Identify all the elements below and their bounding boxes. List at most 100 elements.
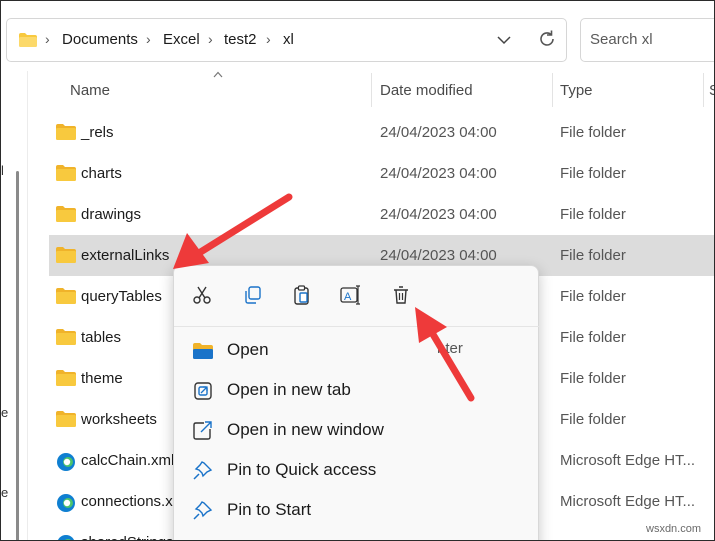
file-name: connections.xı — [81, 493, 177, 510]
cut-icon — [193, 286, 211, 304]
breadcrumb-documents[interactable]: Documents — [62, 31, 138, 48]
nav-scrollbar[interactable] — [16, 171, 19, 540]
file-type: File folder — [560, 165, 626, 182]
copy-icon — [245, 286, 261, 304]
folder-icon — [56, 124, 76, 140]
sort-ascending-icon — [213, 71, 223, 78]
file-name: queryTables — [81, 288, 162, 305]
new-tab-icon — [192, 381, 214, 401]
pin-to-start-menu-item[interactable]: Pin to Start — [186, 492, 526, 530]
column-date-modified[interactable]: Date modified — [380, 82, 473, 99]
file-type: File folder — [560, 329, 626, 346]
file-row[interactable]: drawings 24/04/2023 04:00 File folder — [49, 194, 714, 235]
folder-icon — [19, 33, 37, 47]
folder-icon — [56, 329, 76, 345]
edge-icon — [56, 452, 76, 471]
file-row[interactable]: charts 24/04/2023 04:00 File folder — [49, 153, 714, 194]
column-divider[interactable] — [703, 73, 704, 107]
pin-icon — [192, 501, 214, 521]
pin-to-quick-access-menu-item[interactable]: Pin to Quick access — [186, 452, 526, 490]
watermark: wsxdn.com — [646, 523, 702, 535]
column-divider[interactable] — [371, 73, 372, 107]
file-type: File folder — [560, 247, 626, 264]
folder-icon — [56, 206, 76, 222]
delete-icon — [394, 286, 408, 304]
file-type: Microsoft Edge HT... — [560, 493, 696, 510]
open-in-new-window-menu-item[interactable]: Open in new window — [186, 412, 526, 450]
column-name[interactable]: Name — [70, 82, 110, 99]
breadcrumb-separator: › — [266, 31, 271, 47]
chevron-down-icon[interactable] — [496, 33, 512, 47]
delete-button[interactable] — [388, 282, 414, 308]
folder-icon — [56, 165, 76, 181]
address-bar[interactable]: › Documents › Excel › test2 › xl — [6, 18, 567, 62]
file-explorer-window: › Documents › Excel › test2 › xl l e e N… — [0, 0, 715, 541]
copy-button[interactable] — [240, 282, 266, 308]
obscured-text: nter — [437, 340, 463, 357]
nav-item-fragment[interactable]: e — [1, 485, 8, 500]
file-name: theme — [81, 370, 123, 387]
file-type: Microsoft Edge HT... — [560, 452, 696, 469]
file-name: drawings — [81, 206, 142, 223]
file-name: tables — [81, 329, 122, 346]
edge-icon — [56, 493, 76, 512]
folder-open-icon — [192, 341, 214, 361]
open-menu-item[interactable]: Open — [186, 332, 526, 370]
file-name: charts — [81, 165, 122, 182]
context-menu-toolbar: A — [174, 266, 540, 326]
column-size[interactable]: S — [709, 82, 714, 99]
file-name: externalLinks — [81, 247, 170, 264]
nav-item-fragment[interactable]: l — [1, 163, 4, 178]
cut-button[interactable] — [189, 282, 215, 308]
file-name: calcChain.xml — [81, 452, 175, 469]
breadcrumb-excel[interactable]: Excel — [163, 31, 200, 48]
paste-icon — [294, 285, 309, 305]
file-type: File folder — [560, 411, 626, 428]
menu-item-label: Pin to Start — [227, 500, 312, 519]
menu-item-label: Open in new tab — [227, 380, 351, 399]
file-row[interactable]: _rels 24/04/2023 04:00 File folder — [49, 112, 714, 153]
refresh-icon[interactable] — [537, 29, 557, 49]
folder-icon — [56, 411, 76, 427]
search-input[interactable] — [590, 31, 710, 48]
rename-icon: A — [340, 285, 360, 305]
menu-item-label: Pin to Quick access — [227, 460, 377, 479]
file-name: _rels — [81, 124, 114, 141]
file-date-modified: 24/04/2023 04:00 — [380, 206, 497, 223]
edge-icon — [56, 534, 76, 540]
nav-item-fragment[interactable]: e — [1, 405, 8, 420]
file-date-modified: 24/04/2023 04:00 — [380, 124, 497, 141]
breadcrumb-separator: › — [146, 31, 151, 47]
folder-icon — [56, 247, 76, 263]
new-window-icon — [192, 421, 214, 441]
file-name: worksheets — [81, 411, 157, 428]
column-type[interactable]: Type — [560, 82, 593, 99]
menu-item-label: Open in new window — [227, 420, 384, 439]
file-date-modified: 24/04/2023 04:00 — [380, 247, 497, 264]
open-in-new-tab-menu-item[interactable]: Open in new tab — [186, 372, 526, 410]
rename-button[interactable]: A — [338, 282, 364, 308]
breadcrumb-test2[interactable]: test2 — [224, 31, 257, 48]
svg-text:A: A — [344, 291, 352, 303]
file-type: File folder — [560, 370, 626, 387]
file-type: File folder — [560, 124, 626, 141]
file-type: File folder — [560, 206, 626, 223]
breadcrumb-separator: › — [45, 31, 50, 47]
pin-icon — [192, 461, 214, 481]
paste-button[interactable] — [289, 282, 315, 308]
breadcrumb-xl[interactable]: xl — [283, 31, 294, 48]
file-name: sharedStrings — [81, 534, 174, 540]
file-type: File folder — [560, 288, 626, 305]
column-header: Name Date modified Type S — [41, 71, 714, 109]
breadcrumb-separator: › — [208, 31, 213, 47]
menu-divider — [174, 326, 540, 327]
context-menu: A Open Open in new tab Open in new window P… — [173, 265, 540, 540]
folder-icon — [56, 370, 76, 386]
menu-item-label: Open — [227, 340, 269, 359]
file-date-modified: 24/04/2023 04:00 — [380, 165, 497, 182]
navigation-pane — [1, 71, 11, 540]
column-divider[interactable] — [552, 73, 553, 107]
folder-icon — [56, 288, 76, 304]
pane-divider — [27, 71, 28, 540]
search-box[interactable] — [580, 18, 714, 62]
